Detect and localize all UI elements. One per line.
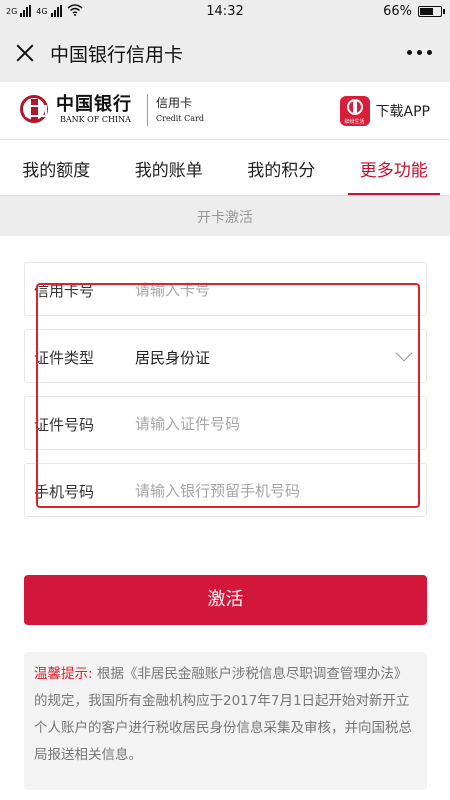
highlight-annotation-box xyxy=(36,283,420,508)
download-app-button[interactable]: 缤纷生活 下载APP xyxy=(339,96,430,126)
brand-bar: 中国银行 BANK OF CHINA 信用卡 Credit Card 缤纷生活 … xyxy=(0,82,450,140)
app-icon: 缤纷生活 xyxy=(339,96,370,126)
tab-my-bill[interactable]: 我的账单 xyxy=(113,140,226,195)
battery-icon xyxy=(418,6,445,17)
notice-title: 温馨提示: xyxy=(34,666,93,682)
tab-bar: 我的额度 我的账单 我的积分 更多功能 xyxy=(0,140,450,196)
section-title: 开卡激活 xyxy=(0,196,450,236)
tab-my-points[interactable]: 我的积分 xyxy=(225,140,338,195)
title-bar: 中国银行信用卡 xyxy=(0,24,450,82)
bank-name-cn: 中国银行 xyxy=(56,94,132,115)
status-bar: 2G 4G 14:32 66% xyxy=(0,0,450,24)
bank-name-en: BANK OF CHINA xyxy=(60,115,131,124)
tab-more-functions[interactable]: 更多功能 xyxy=(338,140,450,195)
brand-divider xyxy=(147,94,148,126)
battery-percent: 66% xyxy=(383,4,412,19)
product-name-en: Credit Card xyxy=(156,114,204,123)
notice-box: 温馨提示: 根据《非居民金融账户涉税信息尽职调查管理办法》的规定，我国所有金融机… xyxy=(24,652,427,790)
product-name-cn: 信用卡 xyxy=(156,96,193,110)
activate-button[interactable]: 激活 xyxy=(24,575,427,625)
more-icon[interactable] xyxy=(403,44,436,61)
page-title: 中国银行信用卡 xyxy=(50,44,184,66)
battery-status: 66% xyxy=(383,4,445,19)
battery-level xyxy=(420,8,433,15)
tab-credit-limit[interactable]: 我的额度 xyxy=(0,140,113,195)
app-icon-label: 缤纷生活 xyxy=(344,119,365,125)
bank-of-china-logo-icon xyxy=(20,95,48,123)
download-app-label: 下载APP xyxy=(375,104,430,120)
close-icon[interactable] xyxy=(8,36,42,70)
